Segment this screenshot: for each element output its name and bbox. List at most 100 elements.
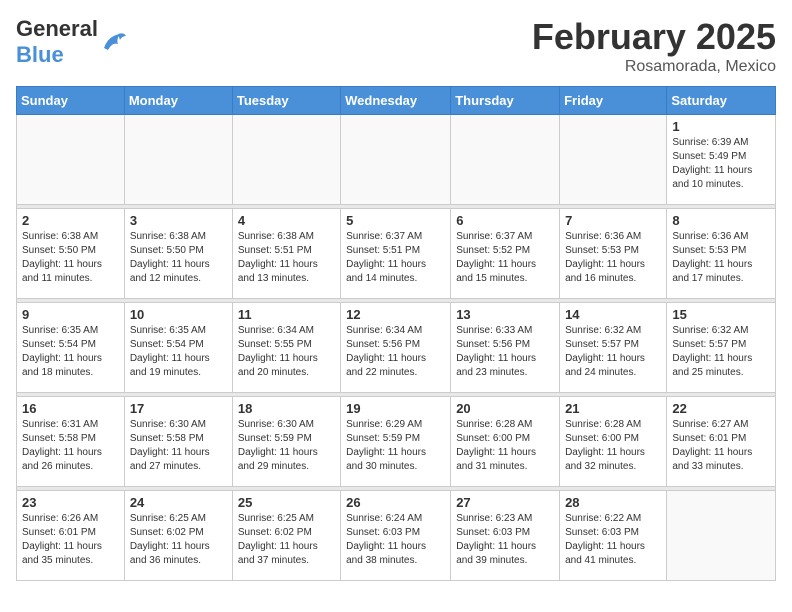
calendar-cell: 3Sunrise: 6:38 AM Sunset: 5:50 PM Daylig… — [124, 209, 232, 299]
day-info: Sunrise: 6:29 AM Sunset: 5:59 PM Dayligh… — [346, 418, 445, 474]
day-number: 26 — [346, 495, 445, 510]
week-row-5: 23Sunrise: 6:26 AM Sunset: 6:01 PM Dayli… — [17, 491, 776, 581]
logo: General Blue — [16, 16, 128, 68]
calendar-cell: 17 Sunrise: 6:30 AM Sunset: 5:58 PM Dayli… — [124, 397, 232, 487]
calendar-cell — [341, 115, 451, 205]
day-number: 4 — [238, 213, 335, 228]
weekday-header-row: SundayMondayTuesdayWednesdayThursdayFrid… — [17, 87, 776, 115]
week-row-2: 2 Sunrise: 6:38 AM Sunset: 5:50 PM Daylig… — [17, 209, 776, 299]
weekday-monday: Monday — [124, 87, 232, 115]
calendar-cell — [451, 115, 560, 205]
location-title: Rosamorada, Mexico — [532, 58, 776, 76]
week-row-4: 16 Sunrise: 6:31 AM Sunset: 5:58 PM Dayli… — [17, 397, 776, 487]
day-number: 21 — [565, 401, 661, 416]
day-number: 24 — [130, 495, 227, 510]
day-info: Sunrise: 6:25 AM Sunset: 6:02 PM Dayligh… — [238, 512, 335, 568]
day-number: 2 — [22, 213, 119, 228]
calendar-cell: 1 Sunrise: 6:39 AM Sunset: 5:49 PM Daylig… — [667, 115, 776, 205]
day-number: 6 — [456, 213, 554, 228]
calendar-cell: 8 Sunrise: 6:36 AM Sunset: 5:53 PM Daylig… — [667, 209, 776, 299]
day-number: 8 — [672, 213, 770, 228]
day-number: 28 — [565, 495, 661, 510]
calendar-cell: 15Sunrise: 6:32 AM Sunset: 5:57 PM Dayli… — [667, 303, 776, 393]
day-number: 18 — [238, 401, 335, 416]
calendar-cell — [667, 491, 776, 581]
calendar-cell: 7Sunrise: 6:36 AM Sunset: 5:53 PM Daylig… — [560, 209, 667, 299]
day-info: Sunrise: 6:35 AM Sunset: 5:54 PM Dayligh… — [22, 324, 119, 380]
calendar-cell — [560, 115, 667, 205]
weekday-sunday: Sunday — [17, 87, 125, 115]
calendar-cell: 5 Sunrise: 6:37 AM Sunset: 5:51 PM Daylig… — [341, 209, 451, 299]
calendar-cell: 21 Sunrise: 6:28 AM Sunset: 6:00 PM Dayli… — [560, 397, 667, 487]
day-number: 17 — [130, 401, 227, 416]
calendar-cell: 19Sunrise: 6:29 AM Sunset: 5:59 PM Dayli… — [341, 397, 451, 487]
calendar-cell: 26 Sunrise: 6:24 AM Sunset: 6:03 PM Dayli… — [341, 491, 451, 581]
day-info: Sunrise: 6:37 AM Sunset: 5:51 PM Dayligh… — [346, 230, 445, 286]
calendar-table: SundayMondayTuesdayWednesdayThursdayFrid… — [16, 86, 776, 581]
day-number: 20 — [456, 401, 554, 416]
day-info: Sunrise: 6:34 AM Sunset: 5:56 PM Dayligh… — [346, 324, 445, 380]
day-number: 5 — [346, 213, 445, 228]
day-number: 13 — [456, 307, 554, 322]
day-info: Sunrise: 6:31 AM Sunset: 5:58 PM Dayligh… — [22, 418, 119, 474]
day-info: Sunrise: 6:39 AM Sunset: 5:49 PM Dayligh… — [672, 136, 770, 192]
logo-blue: Blue — [16, 42, 64, 67]
calendar-cell: 22Sunrise: 6:27 AM Sunset: 6:01 PM Dayli… — [667, 397, 776, 487]
week-row-3: 9Sunrise: 6:35 AM Sunset: 5:54 PM Daylig… — [17, 303, 776, 393]
day-number: 1 — [672, 119, 770, 134]
day-info: Sunrise: 6:37 AM Sunset: 5:52 PM Dayligh… — [456, 230, 554, 286]
day-number: 23 — [22, 495, 119, 510]
day-info: Sunrise: 6:38 AM Sunset: 5:51 PM Dayligh… — [238, 230, 335, 286]
weekday-thursday: Thursday — [451, 87, 560, 115]
day-number: 3 — [130, 213, 227, 228]
day-info: Sunrise: 6:36 AM Sunset: 5:53 PM Dayligh… — [565, 230, 661, 286]
day-number: 25 — [238, 495, 335, 510]
logo-bird-icon — [100, 28, 128, 56]
calendar-cell: 28 Sunrise: 6:22 AM Sunset: 6:03 PM Dayli… — [560, 491, 667, 581]
day-number: 16 — [22, 401, 119, 416]
day-info: Sunrise: 6:22 AM Sunset: 6:03 PM Dayligh… — [565, 512, 661, 568]
day-number: 27 — [456, 495, 554, 510]
logo-general: General — [16, 16, 98, 41]
calendar-cell: 9Sunrise: 6:35 AM Sunset: 5:54 PM Daylig… — [17, 303, 125, 393]
week-row-1: 1 Sunrise: 6:39 AM Sunset: 5:49 PM Daylig… — [17, 115, 776, 205]
day-info: Sunrise: 6:36 AM Sunset: 5:53 PM Dayligh… — [672, 230, 770, 286]
day-info: Sunrise: 6:25 AM Sunset: 6:02 PM Dayligh… — [130, 512, 227, 568]
calendar-cell — [17, 115, 125, 205]
weekday-saturday: Saturday — [667, 87, 776, 115]
calendar-cell: 25 Sunrise: 6:25 AM Sunset: 6:02 PM Dayli… — [232, 491, 340, 581]
calendar-cell: 24 Sunrise: 6:25 AM Sunset: 6:02 PM Dayli… — [124, 491, 232, 581]
calendar-cell: 12 Sunrise: 6:34 AM Sunset: 5:56 PM Dayli… — [341, 303, 451, 393]
day-info: Sunrise: 6:23 AM Sunset: 6:03 PM Dayligh… — [456, 512, 554, 568]
calendar-cell: 4 Sunrise: 6:38 AM Sunset: 5:51 PM Daylig… — [232, 209, 340, 299]
calendar-cell: 13 Sunrise: 6:33 AM Sunset: 5:56 PM Dayli… — [451, 303, 560, 393]
calendar-cell: 11 Sunrise: 6:34 AM Sunset: 5:55 PM Dayli… — [232, 303, 340, 393]
day-info: Sunrise: 6:28 AM Sunset: 6:00 PM Dayligh… — [456, 418, 554, 474]
weekday-tuesday: Tuesday — [232, 87, 340, 115]
day-number: 14 — [565, 307, 661, 322]
page-header: General Blue February 2025 Rosamorada, M… — [16, 16, 776, 76]
calendar-cell: 10Sunrise: 6:35 AM Sunset: 5:54 PM Dayli… — [124, 303, 232, 393]
day-number: 12 — [346, 307, 445, 322]
day-info: Sunrise: 6:33 AM Sunset: 5:56 PM Dayligh… — [456, 324, 554, 380]
month-title: February 2025 — [532, 16, 776, 58]
day-number: 11 — [238, 307, 335, 322]
weekday-friday: Friday — [560, 87, 667, 115]
day-info: Sunrise: 6:38 AM Sunset: 5:50 PM Dayligh… — [22, 230, 119, 286]
calendar-cell: 20 Sunrise: 6:28 AM Sunset: 6:00 PM Dayli… — [451, 397, 560, 487]
day-info: Sunrise: 6:30 AM Sunset: 5:59 PM Dayligh… — [238, 418, 335, 474]
day-number: 10 — [130, 307, 227, 322]
calendar-cell: 16 Sunrise: 6:31 AM Sunset: 5:58 PM Dayli… — [17, 397, 125, 487]
calendar-cell — [124, 115, 232, 205]
day-info: Sunrise: 6:32 AM Sunset: 5:57 PM Dayligh… — [672, 324, 770, 380]
calendar-cell — [232, 115, 340, 205]
day-info: Sunrise: 6:24 AM Sunset: 6:03 PM Dayligh… — [346, 512, 445, 568]
day-info: Sunrise: 6:27 AM Sunset: 6:01 PM Dayligh… — [672, 418, 770, 474]
day-info: Sunrise: 6:28 AM Sunset: 6:00 PM Dayligh… — [565, 418, 661, 474]
calendar-cell: 27 Sunrise: 6:23 AM Sunset: 6:03 PM Dayli… — [451, 491, 560, 581]
day-info: Sunrise: 6:30 AM Sunset: 5:58 PM Dayligh… — [130, 418, 227, 474]
title-area: February 2025 Rosamorada, Mexico — [532, 16, 776, 76]
calendar-cell: 2 Sunrise: 6:38 AM Sunset: 5:50 PM Daylig… — [17, 209, 125, 299]
day-info: Sunrise: 6:34 AM Sunset: 5:55 PM Dayligh… — [238, 324, 335, 380]
logo-text: General Blue — [16, 16, 98, 68]
